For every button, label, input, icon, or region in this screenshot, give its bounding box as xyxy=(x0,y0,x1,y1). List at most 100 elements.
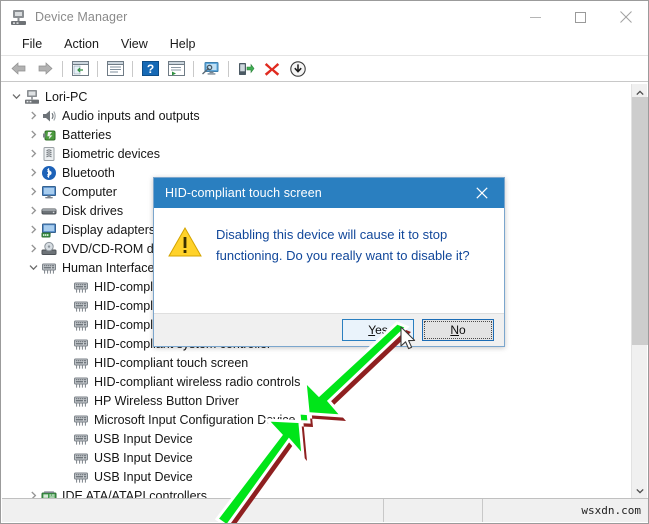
tree-item-usb-input-device[interactable]: USB Input Device xyxy=(2,429,622,448)
chevron-right-icon[interactable] xyxy=(25,203,41,219)
hid-icon xyxy=(73,279,89,295)
toolbar-separator xyxy=(62,60,63,77)
hid-icon xyxy=(73,298,89,314)
red-x-icon[interactable] xyxy=(259,58,285,80)
minimize-button[interactable] xyxy=(513,1,558,33)
console-tree-icon[interactable] xyxy=(67,58,93,80)
chevron-right-icon[interactable] xyxy=(25,165,41,181)
scrollbar-thumb[interactable] xyxy=(632,97,648,345)
scroll-down-button[interactable] xyxy=(632,482,648,499)
dialog-button-bar: Yes No xyxy=(154,313,504,346)
svg-text:?: ? xyxy=(146,62,153,76)
statusbar-middle-pane xyxy=(383,499,482,522)
hid-icon xyxy=(73,355,89,371)
window-title: Device Manager xyxy=(35,10,128,24)
update-driver-icon[interactable] xyxy=(233,58,259,80)
hid-icon xyxy=(73,450,89,466)
chevron-right-icon[interactable] xyxy=(25,241,41,257)
menubar: File Action View Help xyxy=(1,33,648,56)
chevron-down-icon[interactable] xyxy=(25,260,41,276)
tree-item-label: HID-compliant wireless radio controls xyxy=(94,374,301,389)
device-manager-window: Device Manager File Action View Help ? L… xyxy=(0,0,649,524)
toolbar-separator xyxy=(132,60,133,77)
dialog-titlebar: HID-compliant touch screen xyxy=(154,178,504,208)
hid-icon xyxy=(73,317,89,333)
statusbar-watermark: wsxdn.com xyxy=(482,499,648,522)
tree-item-label: Bluetooth xyxy=(62,165,115,180)
tree-item-hp-wireless-button-driver[interactable]: HP Wireless Button Driver xyxy=(2,391,622,410)
computer-root-icon xyxy=(24,89,40,105)
tree-item-biometric-devices[interactable]: Biometric devices xyxy=(2,144,622,163)
dialog-message: Disabling this device will cause it to s… xyxy=(216,227,470,263)
tree-item-label: Biometric devices xyxy=(62,146,160,161)
disk-drive-icon xyxy=(41,203,57,219)
vertical-scrollbar[interactable] xyxy=(631,84,648,499)
tree-item-label: HP Wireless Button Driver xyxy=(94,393,239,408)
tree-item-hid-compliant-touch-screen[interactable]: HID-compliant touch screen xyxy=(2,353,622,372)
device-list-icon[interactable] xyxy=(163,58,189,80)
focus-rect xyxy=(424,321,492,339)
tree-item-audio-inputs-and-outputs[interactable]: Audio inputs and outputs xyxy=(2,106,622,125)
close-icon[interactable] xyxy=(460,178,504,208)
close-button[interactable] xyxy=(603,1,648,33)
menu-view[interactable]: View xyxy=(110,33,159,55)
display-adapter-icon xyxy=(41,222,57,238)
warning-triangle-icon xyxy=(168,226,202,258)
scan-monitor-icon[interactable] xyxy=(198,58,224,80)
hid-icon xyxy=(73,393,89,409)
back-button[interactable] xyxy=(6,58,32,80)
no-button[interactable]: No xyxy=(422,319,494,341)
monitor-icon xyxy=(41,184,57,200)
hid-icon xyxy=(73,412,89,428)
tree-item-label: HID-compliant touch screen xyxy=(94,355,249,370)
toolbar-separator xyxy=(193,60,194,77)
statusbar: wsxdn.com xyxy=(2,498,648,522)
tree-item-label: USB Input Device xyxy=(94,469,193,484)
down-arrow-circle-icon[interactable] xyxy=(285,58,311,80)
chevron-right-icon[interactable] xyxy=(25,127,41,143)
hid-icon xyxy=(73,374,89,390)
tree-item-batteries[interactable]: Batteries xyxy=(2,125,622,144)
maximize-button[interactable] xyxy=(558,1,603,33)
toolbar-separator xyxy=(97,60,98,77)
device-manager-icon xyxy=(10,9,27,26)
tree-item-usb-input-device[interactable]: USB Input Device xyxy=(2,448,622,467)
chevron-right-icon[interactable] xyxy=(25,184,41,200)
confirm-disable-dialog: HID-compliant touch screen Disabling thi… xyxy=(153,177,505,347)
chevron-down-icon[interactable] xyxy=(8,89,24,105)
tree-item-label: USB Input Device xyxy=(94,431,193,446)
speaker-icon xyxy=(41,108,57,124)
tree-item-label: Microsoft Input Configuration Device xyxy=(94,412,296,427)
tree-item-hid-wireless-radio-controls[interactable]: HID-compliant wireless radio controls xyxy=(2,372,622,391)
menu-file[interactable]: File xyxy=(11,33,53,55)
tree-item-label: Audio inputs and outputs xyxy=(62,108,200,123)
chevron-right-icon[interactable] xyxy=(25,146,41,162)
window-controls xyxy=(513,1,648,33)
forward-button[interactable] xyxy=(32,58,58,80)
yes-button[interactable]: Yes xyxy=(342,319,414,341)
toolbar: ? xyxy=(1,56,648,82)
dvd-drive-icon xyxy=(41,241,57,257)
tree-item-label: Display adapters xyxy=(62,222,156,237)
menu-action[interactable]: Action xyxy=(53,33,110,55)
tree-item-lori-pc[interactable]: Lori-PC xyxy=(2,87,622,106)
help-question-icon[interactable]: ? xyxy=(137,58,163,80)
fingerprint-icon xyxy=(41,146,57,162)
menu-help[interactable]: Help xyxy=(159,33,207,55)
statusbar-main-pane xyxy=(2,499,383,522)
hid-icon xyxy=(73,431,89,447)
tree-item-microsoft-input-configuration-device[interactable]: Microsoft Input Configuration Device xyxy=(2,410,622,429)
window-titlebar: Device Manager xyxy=(1,1,648,33)
bluetooth-icon xyxy=(41,165,57,181)
hid-icon xyxy=(73,336,89,352)
battery-icon xyxy=(41,127,57,143)
chevron-right-icon[interactable] xyxy=(25,222,41,238)
tree-item-label: Lori-PC xyxy=(45,89,88,104)
tree-item-label: Batteries xyxy=(62,127,112,142)
tree-item-usb-input-device[interactable]: USB Input Device xyxy=(2,467,622,486)
tree-item-label: USB Input Device xyxy=(94,450,193,465)
hid-icon xyxy=(41,260,57,276)
properties-icon[interactable] xyxy=(102,58,128,80)
chevron-right-icon[interactable] xyxy=(25,108,41,124)
tree-item-label: Computer xyxy=(62,184,117,199)
